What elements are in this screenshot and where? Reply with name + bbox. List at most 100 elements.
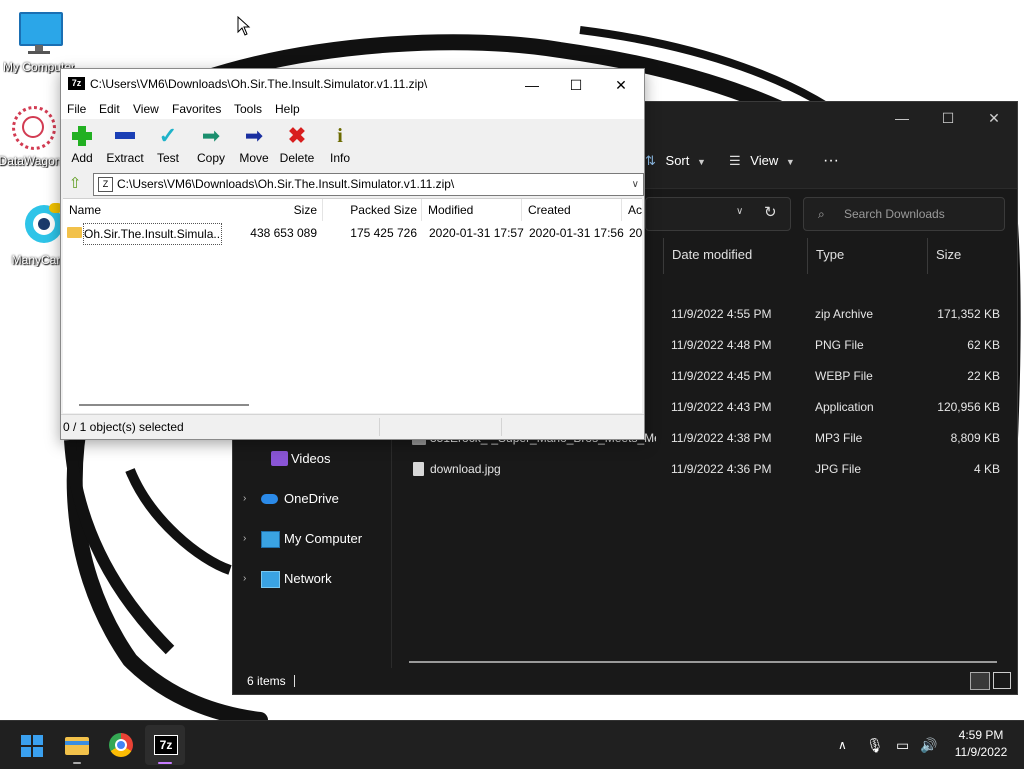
view-label: View <box>750 153 779 168</box>
windows-start-icon[interactable] <box>12 725 52 765</box>
volume-icon[interactable]: 🔊 <box>920 721 937 769</box>
refresh-icon[interactable]: ↻ <box>764 203 777 221</box>
add-label: Add <box>71 151 93 165</box>
explorer-maximize-button[interactable]: ☐ <box>925 102 971 134</box>
move-icon: ➡ <box>244 123 264 148</box>
desktop-icon-label: DataWagon <box>0 154 62 168</box>
file-type: PNG File <box>815 338 864 352</box>
nav-item-label: Videos <box>291 451 331 466</box>
7zip-app-icon: 7z <box>68 77 85 90</box>
extract-button[interactable]: Extract <box>103 124 147 165</box>
chevron-up-icon[interactable]: ∧ <box>838 721 847 769</box>
extract-label: Extract <box>106 151 144 165</box>
copy-button[interactable]: ➡ Copy <box>189 123 233 166</box>
chevron-down-icon[interactable]: ∨ <box>632 174 639 195</box>
chevron-right-icon[interactable]: › <box>243 519 246 559</box>
chrome-icon[interactable] <box>101 725 141 765</box>
explorer-minimize-button[interactable]: — <box>879 102 925 134</box>
item-size: 438 653 089 <box>250 226 317 240</box>
move-button[interactable]: ➡ Move <box>232 123 276 166</box>
delete-button[interactable]: ✖ Delete <box>275 123 319 166</box>
file-date: 11/9/2022 4:43 PM <box>671 400 772 414</box>
menu-view[interactable]: View <box>133 99 159 119</box>
column-header-created[interactable]: Created <box>522 199 622 221</box>
taskbar: 7z ∧ 🎙 ▭ 🔊 4:59 PM 11/9/2022 <box>0 720 1024 769</box>
file-name: download.jpg <box>430 462 501 476</box>
delete-icon: ✖ <box>287 123 307 148</box>
column-header-modified[interactable]: Modified <box>422 199 522 221</box>
more-options-button[interactable]: ··· <box>823 134 839 188</box>
7zip-minimize-button[interactable]: — <box>509 69 555 101</box>
column-header-size[interactable]: Size <box>927 238 1006 274</box>
column-header-type[interactable]: Type <box>807 238 922 274</box>
sort-button[interactable]: ⇅ Sort ▼ <box>645 134 706 188</box>
nav-item-label: OneDrive <box>284 491 339 506</box>
status-divider <box>294 675 295 687</box>
7zip-close-button[interactable]: ✕ <box>598 69 644 101</box>
column-header-packed-size[interactable]: Packed Size <box>322 199 422 221</box>
microphone-icon[interactable]: 🎙 <box>866 721 884 769</box>
horizontal-scrollbar[interactable] <box>409 661 997 663</box>
sort-icon: ⇅ <box>645 153 656 168</box>
archive-row[interactable]: Oh.Sir.The.Insult.Simula... 438 653 089 … <box>63 223 642 245</box>
horizontal-scrollbar[interactable] <box>79 404 249 406</box>
7zip-toolbar: Add Extract ✓ Test ➡ Copy ➡ Move ✖ Delet… <box>61 120 644 169</box>
network-status-icon[interactable]: ▭ <box>896 721 909 769</box>
7zip-maximize-button[interactable]: ☐ <box>553 69 599 101</box>
item-packed-size: 175 425 726 <box>350 226 417 240</box>
chevron-right-icon[interactable]: › <box>243 559 246 599</box>
chevron-down-icon[interactable]: ∨ <box>736 206 743 217</box>
up-folder-icon[interactable]: ⇧ <box>66 175 84 193</box>
delete-label: Delete <box>279 151 315 165</box>
details-view-icon[interactable] <box>970 672 990 690</box>
copy-icon: ➡ <box>201 123 221 148</box>
menu-bar: File Edit View Favorites Tools Help <box>61 99 644 119</box>
column-header-accessed[interactable]: Ac <box>622 199 642 221</box>
path-combobox[interactable]: Z C:\Users\VM6\Downloads\Oh.Sir.The.Insu… <box>93 173 644 196</box>
file-type: JPG File <box>815 462 862 476</box>
datawagon-icon <box>6 104 56 152</box>
file-date: 11/9/2022 4:45 PM <box>671 369 772 383</box>
onedrive-icon <box>261 494 278 504</box>
file-type: WEBP File <box>815 369 873 383</box>
file-size: 4 KB <box>973 462 1000 476</box>
column-header-date-modified[interactable]: Date modified <box>663 238 802 274</box>
item-count: 6 items <box>247 674 286 688</box>
menu-tools[interactable]: Tools <box>234 99 262 119</box>
desktop-icon-datawagon[interactable]: DataWagon <box>0 104 66 168</box>
computer-icon <box>261 531 280 548</box>
menu-favorites[interactable]: Favorites <box>172 99 221 119</box>
menu-help[interactable]: Help <box>275 99 300 119</box>
7zip-icon[interactable]: 7z <box>145 725 185 765</box>
nav-item-my-computer[interactable]: › My Computer <box>233 519 391 559</box>
file-size: 8,809 KB <box>950 431 1000 445</box>
chevron-right-icon[interactable]: › <box>243 479 246 519</box>
add-button[interactable]: Add <box>60 124 104 165</box>
clock[interactable]: 4:59 PM 11/9/2022 <box>948 727 1014 761</box>
network-icon <box>261 571 280 588</box>
explorer-address-bar[interactable]: ∨ ↻ <box>645 197 791 231</box>
search-input[interactable]: Search Downloads <box>844 198 945 230</box>
mouse-cursor-icon <box>237 16 251 36</box>
archive-file-list: Name Size Packed Size Modified Created A… <box>63 198 642 413</box>
sort-label: Sort <box>665 153 690 168</box>
extract-icon <box>113 124 137 148</box>
desktop-icon-my-computer[interactable]: My Computer <box>3 10 75 74</box>
nav-item-network[interactable]: › Network <box>233 559 391 599</box>
test-button[interactable]: ✓ Test <box>146 124 190 166</box>
column-header-size[interactable]: Size <box>263 199 321 221</box>
menu-file[interactable]: File <box>67 99 86 119</box>
file-explorer-icon[interactable] <box>57 725 97 765</box>
file-row[interactable]: download.jpg 11/9/2022 4:36 PM JPG File … <box>392 454 1017 485</box>
folder-icon <box>67 227 82 238</box>
tiles-view-icon[interactable] <box>993 672 1011 689</box>
info-button[interactable]: i Info <box>318 124 362 165</box>
nav-item-onedrive[interactable]: › OneDrive <box>233 479 391 519</box>
menu-edit[interactable]: Edit <box>99 99 120 119</box>
status-divider <box>501 418 502 436</box>
file-size: 62 KB <box>967 338 1000 352</box>
explorer-close-button[interactable]: ✕ <box>971 102 1017 134</box>
nav-item-videos[interactable]: Videos <box>233 439 391 479</box>
search-box[interactable]: ⌕ Search Downloads <box>803 197 1005 231</box>
view-button[interactable]: ☰ View ▼ <box>729 134 795 188</box>
